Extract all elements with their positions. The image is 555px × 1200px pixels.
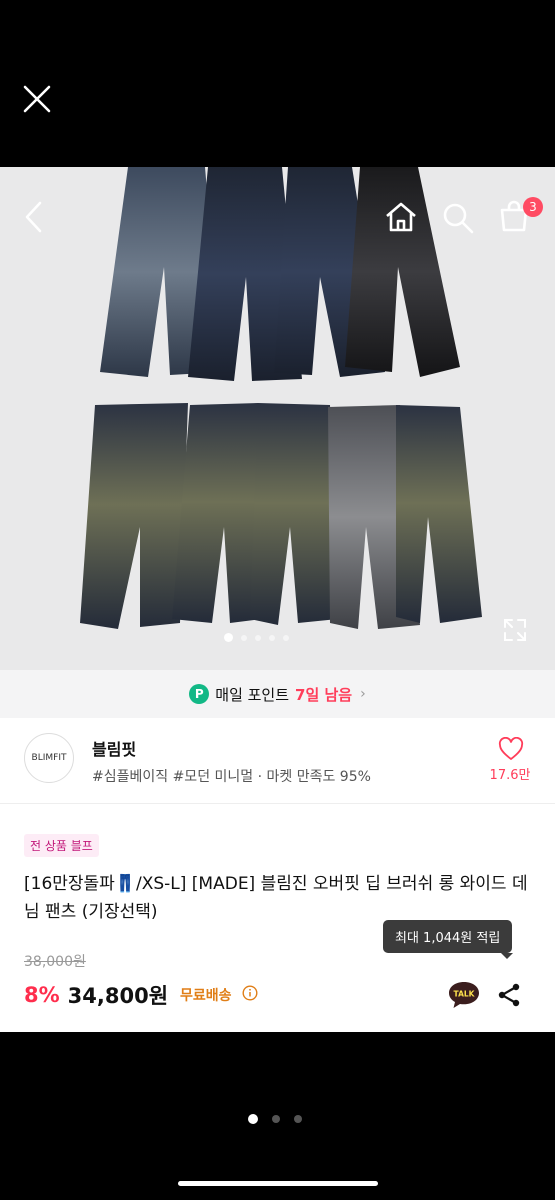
talk-label: TALK <box>454 990 476 999</box>
product-title: [16만장돌파👖/XS-L] [MADE] 블림진 오버핏 딥 브러쉬 롱 와이… <box>24 874 528 922</box>
home-indicator[interactable] <box>178 1181 378 1186</box>
points-icon: P <box>189 684 210 704</box>
shipping-label: 무료배송 <box>180 988 232 1004</box>
jeans-photo <box>80 167 482 629</box>
points-label: 매일 포인트 <box>215 685 290 704</box>
product-image[interactable]: 3 <box>0 167 555 670</box>
image-viewer: 3 P 매일 포인트 7일 남음 › BLIMFIT 블림핏 #심플베이직 #모… <box>0 0 555 1200</box>
sale-tag: 전 상품 블프 <box>24 834 99 857</box>
home-icon[interactable] <box>384 201 418 237</box>
viewer-pager <box>248 1114 302 1124</box>
store-row[interactable]: BLIMFIT 블림핏 #심플베이직 #모던 미니멀 · 마켓 만족도 95% … <box>0 718 555 804</box>
store-tags: #심플베이직 #모던 미니멀 · 마켓 만족도 95% <box>92 769 371 785</box>
expand-icon[interactable] <box>502 617 528 647</box>
daily-points-banner[interactable]: P 매일 포인트 7일 남음 › <box>0 670 555 718</box>
heart-icon[interactable] <box>498 736 524 765</box>
close-icon[interactable] <box>22 84 52 114</box>
kakao-talk-icon[interactable]: TALK <box>447 980 481 1014</box>
slide-dot[interactable] <box>241 634 247 641</box>
points-remaining: 7일 남음 <box>295 685 353 704</box>
original-price: 38,000원 <box>24 954 86 970</box>
screenshot-content: 3 P 매일 포인트 7일 남음 › BLIMFIT 블림핏 #심플베이직 #모… <box>0 167 555 1032</box>
store-name[interactable]: 블림핏 <box>92 736 136 760</box>
like-count: 17.6만 <box>489 768 531 783</box>
search-icon[interactable] <box>441 201 475 239</box>
slide-dot[interactable] <box>283 634 289 641</box>
cart-count-badge: 3 <box>523 197 543 217</box>
sale-price: 34,800원 <box>67 984 169 1008</box>
pager-dot[interactable] <box>294 1115 302 1123</box>
discount-rate: 8% <box>24 983 60 1007</box>
slide-dot[interactable] <box>224 633 233 642</box>
back-arrow-icon[interactable] <box>22 200 46 238</box>
reward-tooltip: 최대 1,044원 적립 <box>383 920 514 959</box>
share-icon[interactable] <box>496 982 522 1012</box>
slide-indicator <box>224 633 289 642</box>
slide-dot[interactable] <box>269 634 275 641</box>
chevron-right-icon: › <box>360 686 366 702</box>
pager-dot[interactable] <box>248 1114 258 1124</box>
pager-dot[interactable] <box>272 1115 280 1123</box>
info-icon[interactable] <box>242 985 258 1005</box>
product-info: 전 상품 블프 [16만장돌파👖/XS-L] [MADE] 블림진 오버핏 딥 … <box>0 804 555 1032</box>
store-logo[interactable]: BLIMFIT <box>24 733 74 783</box>
slide-dot[interactable] <box>255 634 261 641</box>
price-row: 8% 34,800원 무료배송 <box>24 980 258 1010</box>
